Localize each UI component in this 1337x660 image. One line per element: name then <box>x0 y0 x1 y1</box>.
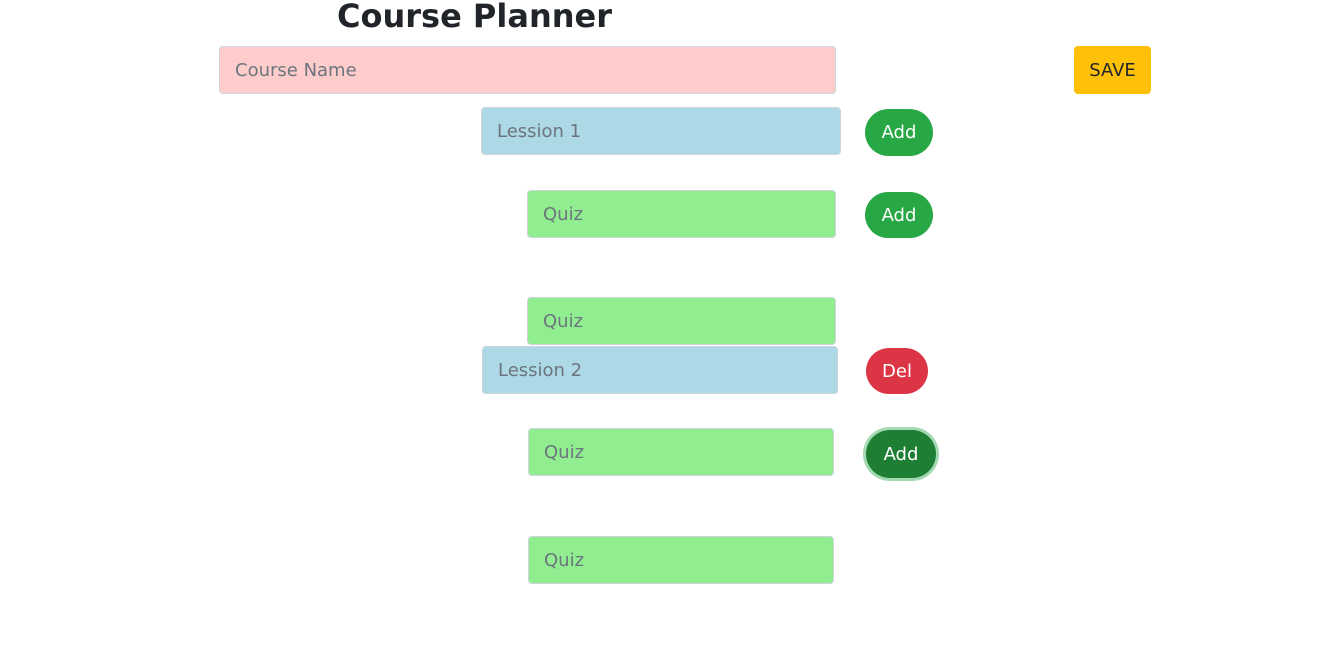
lesson-2-input[interactable] <box>482 346 838 394</box>
course-name-input[interactable] <box>219 46 836 94</box>
save-button[interactable]: SAVE <box>1074 46 1151 94</box>
add-button-quiz-1-1[interactable]: Add <box>865 192 933 238</box>
quiz-1-2-input[interactable] <box>527 297 836 345</box>
add-button-quiz-2-1[interactable]: Add <box>866 430 936 478</box>
lesson-1-input[interactable] <box>481 107 841 155</box>
quiz-1-1-input[interactable] <box>527 190 836 238</box>
delete-lesson-2-button[interactable]: Del <box>866 348 928 394</box>
quiz-2-2-input[interactable] <box>528 536 834 584</box>
page-title: Course Planner <box>337 0 612 35</box>
quiz-2-1-input[interactable] <box>528 428 834 476</box>
add-quiz-button-lesson-1[interactable]: Add <box>865 109 933 156</box>
